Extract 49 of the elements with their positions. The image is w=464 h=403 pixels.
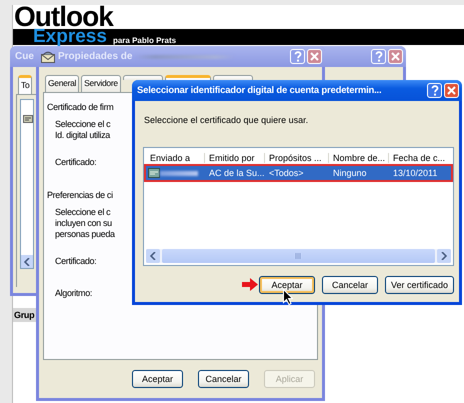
field-label: Certificado:: [54, 256, 96, 267]
text: Id. digital utiliza: [54, 130, 110, 141]
window-title: Propiedades de: [58, 51, 132, 62]
text: Certificado de firm: [47, 102, 114, 113]
table-cell-text: <Todos>: [268, 168, 305, 178]
scroll-thumb[interactable]: [162, 249, 435, 263]
logo-text: Outlook: [13, 5, 114, 29]
scroll-button[interactable]: [437, 249, 451, 263]
certificate-icon: [148, 168, 160, 178]
panel-title: Grup: [14, 310, 34, 320]
column-header[interactable]: Enviado a: [146, 152, 205, 162]
close-icon: [447, 86, 456, 95]
help-icon: [294, 51, 302, 62]
close-icon: [310, 52, 319, 61]
text: personas pueda: [54, 229, 115, 240]
text: incluyen con su: [54, 218, 112, 229]
column-header[interactable]: Propósitos ...: [265, 152, 329, 162]
column-header[interactable]: Nombre de...: [329, 152, 389, 162]
button[interactable]: Ver certificado: [384, 276, 454, 294]
window-title: Cue: [15, 51, 34, 62]
banner-subtitle: para Pablo Prats: [112, 36, 176, 45]
table-row[interactable]: AC de la Su... <Todos> Ninguno 13/10/2011: [146, 166, 451, 180]
text: Seleccione el certificado que quiere usar.: [143, 114, 310, 127]
column-header[interactable]: Emitido por: [205, 152, 265, 162]
grip-icon: [295, 253, 302, 259]
table-cell-text: 13/10/2011: [392, 168, 438, 178]
field-label: Certificado:: [54, 157, 96, 168]
table-cell-text: Ninguno: [332, 168, 368, 178]
logo-text: Express: [33, 29, 107, 45]
close-icon: [391, 52, 400, 61]
button[interactable]: Cancelar: [322, 276, 378, 294]
scroll-button[interactable]: [21, 255, 33, 268]
close-button[interactable]: [444, 83, 459, 98]
table-cell-text: AC de la Su...: [208, 168, 265, 178]
button[interactable]: Aceptar: [258, 276, 315, 294]
certificate-list[interactable]: Enviado a Emitido por Propósitos ... Nombre de... Fecha de c... AC de la Su... <Todos> Ninguno 13/10/2011: [143, 147, 454, 266]
help-icon: [430, 85, 438, 96]
column-header[interactable]: Fecha de c...: [389, 152, 448, 162]
text: Seleccione el c: [54, 207, 110, 218]
scroll-button[interactable]: [146, 249, 160, 263]
text: Seleccione el c: [54, 119, 110, 130]
certificate-icon: [23, 114, 33, 124]
help-button[interactable]: [427, 83, 442, 98]
envelope-icon: [41, 50, 55, 62]
field-label: Algoritmo:: [54, 288, 92, 299]
text: Preferencias de ci: [47, 190, 113, 201]
blurred-mark: [160, 170, 198, 176]
help-icon: [374, 51, 382, 62]
window-title: Seleccionar identificador digital de cuenta predetermin...: [137, 85, 382, 96]
